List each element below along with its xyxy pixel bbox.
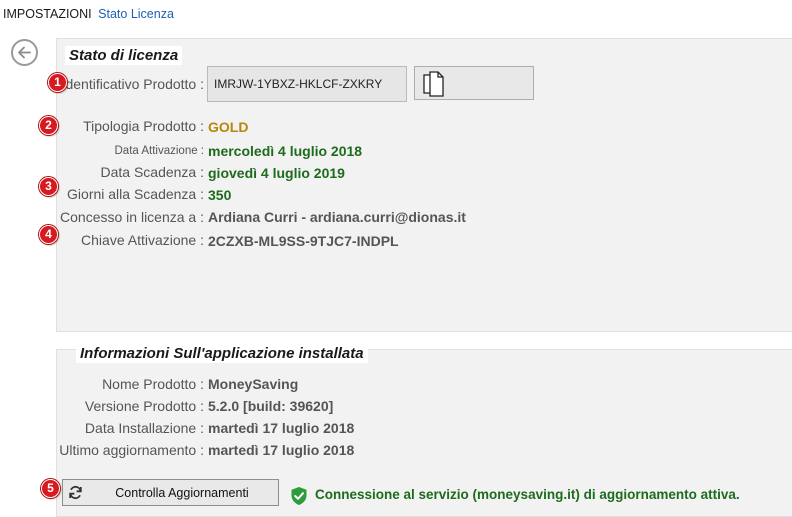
- activation-date-value: mercoledì 4 luglio 2018: [208, 143, 363, 159]
- check-updates-button[interactable]: Controlla Aggiornamenti: [62, 479, 279, 506]
- activation-key-value: 2CZXB-ML9SS-9TJC7-INDPL: [208, 233, 399, 249]
- licensed-to-value: Ardiana Curri - ardiana.curri@dionas.it: [208, 209, 466, 225]
- product-version-value: 5.2.0 [build: 39620]: [208, 398, 334, 414]
- annotation-badge-4: 4: [39, 225, 58, 244]
- app-info-panel-title: Informazioni Sull'applicazione installat…: [76, 344, 368, 363]
- shield-check-icon: [291, 487, 307, 505]
- annotation-badge-5: 5: [41, 479, 60, 498]
- expiry-date-value: giovedì 4 luglio 2019: [208, 165, 345, 181]
- product-id-field[interactable]: IMRJW-1YBXZ-HKLCF-ZXKRY: [207, 66, 407, 102]
- product-name-value: MoneySaving: [208, 376, 299, 392]
- product-type-label: Tipologia Prodotto :: [83, 118, 204, 134]
- license-panel-title: Stato di licenza: [65, 46, 183, 65]
- expiry-date-label: Data Scadenza :: [100, 164, 204, 180]
- install-date-value: martedì 17 luglio 2018: [208, 420, 355, 436]
- annotation-badge-2: 2: [39, 116, 58, 135]
- check-updates-label: Controlla Aggiornamenti: [115, 486, 249, 500]
- product-name-label: Nome Prodotto :: [102, 376, 204, 392]
- breadcrumb: IMPOSTAZIONI Stato Licenza: [3, 7, 174, 21]
- licensed-to-label: Concesso in licenza a :: [60, 209, 204, 225]
- copy-to-clipboard-button[interactable]: [414, 66, 534, 100]
- annotation-badge-1: 1: [48, 73, 67, 92]
- arrow-left-icon: [18, 46, 31, 59]
- breadcrumb-page: Stato Licenza: [98, 7, 174, 21]
- back-button[interactable]: [11, 39, 38, 66]
- last-update-label: Ultimo aggiornamento :: [59, 442, 204, 458]
- annotation-badge-3: 3: [39, 177, 58, 196]
- copy-icon: [423, 71, 444, 97]
- days-left-value: 350: [208, 187, 232, 203]
- install-date-label: Data Installazione :: [84, 420, 204, 436]
- last-update-value: martedì 17 luglio 2018: [208, 442, 355, 458]
- product-id-label: Identificativo Prodotto :: [61, 76, 204, 92]
- activation-date-label: Data Attivazione :: [114, 145, 205, 157]
- product-version-label: Versione Prodotto :: [84, 398, 204, 414]
- activation-key-label: Chiave Attivazione :: [81, 232, 204, 248]
- days-left-label: Giorni alla Scadenza :: [67, 186, 204, 202]
- breadcrumb-section[interactable]: IMPOSTAZIONI: [3, 7, 92, 21]
- product-type-value: GOLD: [208, 119, 249, 135]
- refresh-icon: [69, 485, 82, 500]
- update-service-status: Connessione al servizio (moneysaving.it)…: [315, 487, 740, 502]
